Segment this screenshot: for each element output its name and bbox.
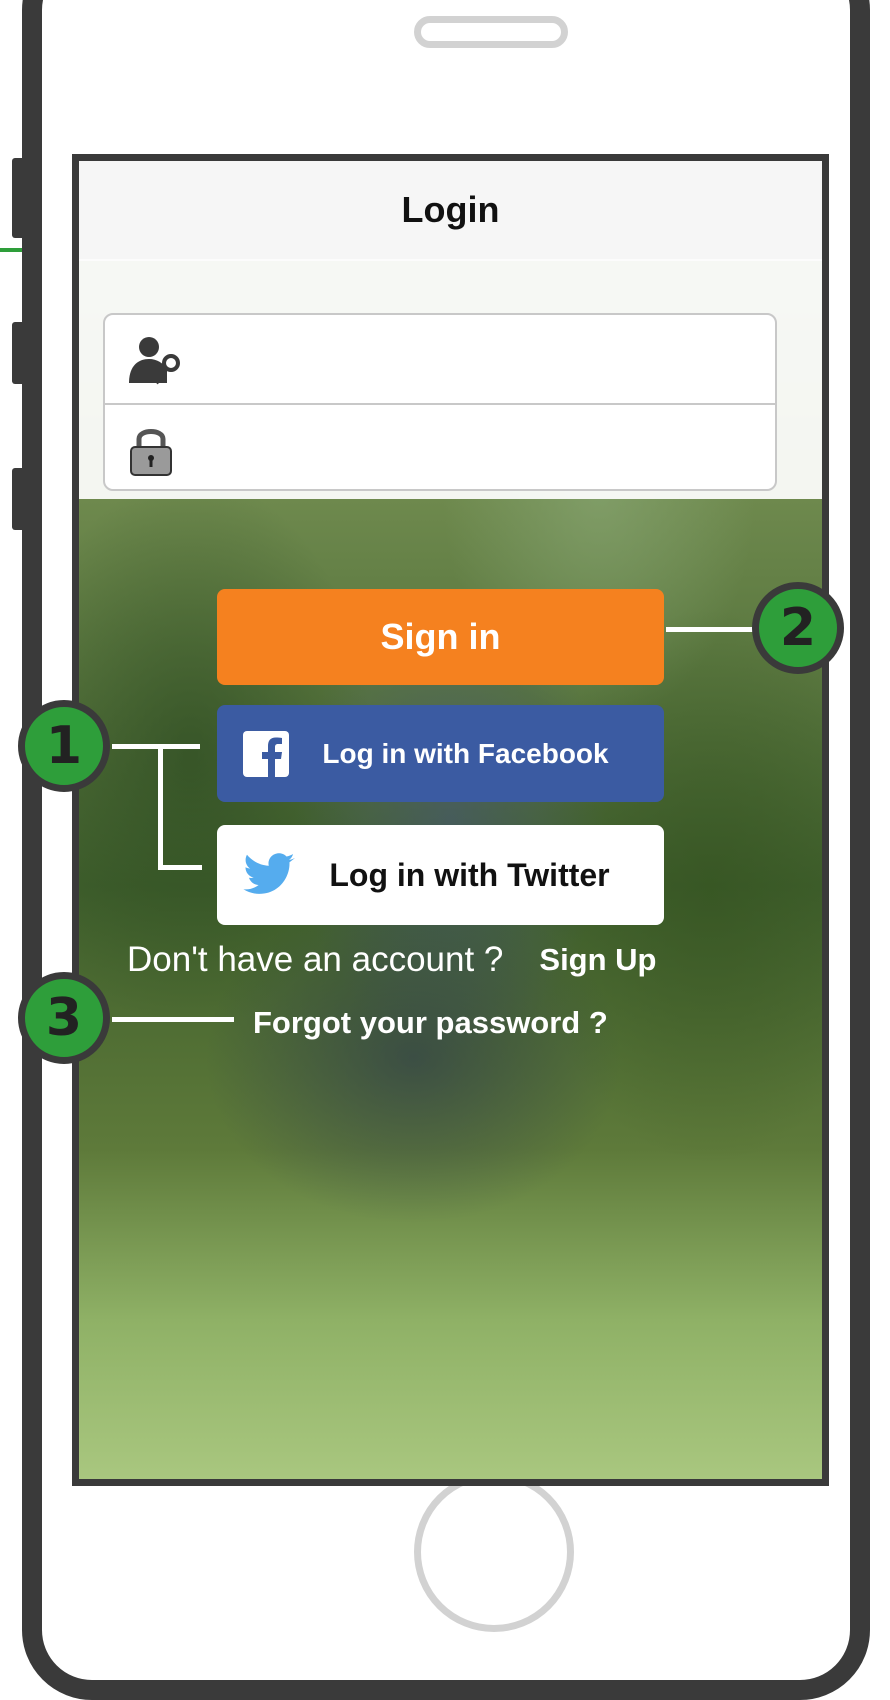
username-input[interactable] — [201, 329, 761, 391]
facebook-login-label: Log in with Facebook — [322, 737, 609, 769]
callout-badge-2: 2 — [752, 582, 844, 674]
login-form — [103, 313, 777, 491]
password-row — [105, 403, 775, 493]
phone-home-button — [414, 1472, 574, 1632]
username-row — [105, 315, 775, 403]
sign-up-link[interactable]: Sign Up — [539, 942, 656, 978]
navigation-bar: Login — [79, 161, 822, 261]
callout-badge-1: 1 — [18, 700, 110, 792]
sign-in-button[interactable]: Sign in — [217, 589, 664, 685]
twitter-login-label: Log in with Twitter — [329, 856, 610, 893]
callout-2-line — [666, 627, 758, 632]
sign-in-label: Sign in — [380, 616, 501, 657]
phone-side-button-mute — [12, 158, 26, 238]
page-title: Login — [401, 189, 500, 230]
callout-1-line-twitter — [158, 865, 202, 870]
password-input[interactable] — [201, 419, 761, 481]
callout-1-line — [112, 744, 200, 749]
signup-question: Don't have an account ? — [127, 940, 504, 979]
facebook-icon — [243, 730, 289, 777]
twitter-bird-icon — [243, 853, 295, 894]
forgot-password-link[interactable]: Forgot your password ? — [253, 1005, 608, 1041]
phone-side-button-volume-up — [12, 322, 26, 384]
phone-side-button-volume-down — [12, 468, 26, 530]
app-screen: Login Sign in Log in with Facebook Log i… — [72, 154, 829, 1486]
signup-row: Don't have an account ? Sign Up — [127, 935, 767, 985]
user-key-icon — [129, 337, 180, 385]
callout-badge-3: 3 — [18, 972, 110, 1064]
padlock-icon — [130, 429, 172, 476]
callout-1-line-vertical — [158, 744, 163, 870]
twitter-login-button[interactable]: Log in with Twitter — [217, 825, 664, 925]
callout-3-line — [112, 1017, 234, 1022]
phone-speaker — [414, 16, 568, 48]
facebook-login-button[interactable]: Log in with Facebook — [217, 705, 664, 802]
